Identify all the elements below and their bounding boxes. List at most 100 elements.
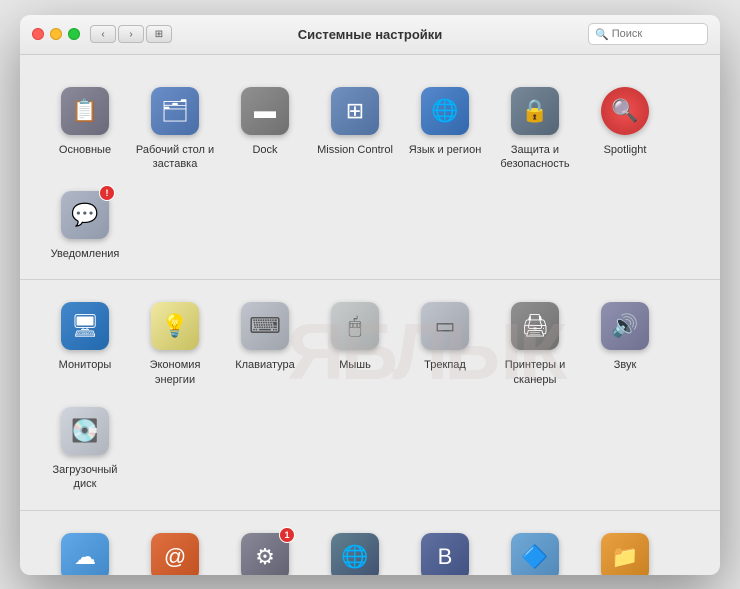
- icon-wrap-energy: 💡: [147, 298, 203, 354]
- icon-wrap-icloud: ☁: [57, 529, 113, 575]
- system-preferences-window: ‹ › ⊞ Системные настройки 🔍 ЯБЛЫК 📋Основ…: [20, 15, 720, 575]
- mission-icon: ⊞: [331, 87, 379, 135]
- icon-wrap-monitor: 🖥: [57, 298, 113, 354]
- pref-item-mission[interactable]: ⊞ Mission Control: [310, 75, 400, 180]
- icon-wrap-accounts: @: [147, 529, 203, 575]
- pref-item-printer[interactable]: 🖨 Принтеры и сканеры: [490, 290, 580, 395]
- pref-item-icloud[interactable]: ☁iCloud: [40, 521, 130, 575]
- close-button[interactable]: [32, 28, 44, 40]
- network-icon: 🌐: [331, 533, 379, 575]
- search-icon: 🔍: [595, 28, 609, 41]
- spotlight-label: Spotlight: [604, 143, 647, 157]
- icon-wrap-network: 🌐: [327, 529, 383, 575]
- icloud-icon: ☁: [61, 533, 109, 575]
- icon-wrap-mouse: 🖱: [327, 298, 383, 354]
- energy-label: Экономия энергии: [134, 358, 216, 387]
- icon-wrap-mission: ⊞: [327, 83, 383, 139]
- dock-icon: ▬: [241, 87, 289, 135]
- mouse-icon: 🖱: [331, 302, 379, 350]
- bluetooth-icon: B: [421, 533, 469, 575]
- extensions-icon: 🔷: [511, 533, 559, 575]
- pref-item-trackpad[interactable]: ▭ Трекпад: [400, 290, 490, 395]
- traffic-lights: [32, 28, 80, 40]
- icon-wrap-sharing: 📁: [597, 529, 653, 575]
- pref-item-sound[interactable]: 🔊 Звук: [580, 290, 670, 395]
- icon-wrap-extensions: 🔷: [507, 529, 563, 575]
- window-title: Системные настройки: [298, 27, 443, 42]
- updates-badge: 1: [279, 527, 295, 543]
- sharing-icon: 📁: [601, 533, 649, 575]
- icon-wrap-spotlight: 🔍: [597, 83, 653, 139]
- pref-item-extensions[interactable]: 🔷Расширения: [490, 521, 580, 575]
- search-input[interactable]: [612, 28, 702, 40]
- pref-item-sharing[interactable]: 📁Общий доступ: [580, 521, 670, 575]
- pref-item-energy[interactable]: 💡 Экономия энергии: [130, 290, 220, 395]
- pref-item-updates[interactable]: ⚙1Обновление ПО: [220, 521, 310, 575]
- pref-item-monitor[interactable]: 🖥 Мониторы: [40, 290, 130, 395]
- pref-item-network[interactable]: 🌐Сеть: [310, 521, 400, 575]
- back-button[interactable]: ‹: [90, 25, 116, 43]
- preferences-grid: 📋 Основные 🗂 Рабочий стол и заставка▬Dock ⊞ M…: [20, 55, 720, 575]
- keyboard-label: Клавиатура: [235, 358, 295, 372]
- icon-wrap-lang: 🌐: [417, 83, 473, 139]
- monitor-icon: 🖥: [61, 302, 109, 350]
- titlebar: ‹ › ⊞ Системные настройки 🔍: [20, 15, 720, 55]
- content-area: ЯБЛЫК 📋Основные🗂Рабочий стол и заставка▬…: [20, 55, 720, 575]
- icon-wrap-keyboard: ⌨: [237, 298, 293, 354]
- printer-icon: 🖨: [511, 302, 559, 350]
- monitor-label: Мониторы: [59, 358, 112, 372]
- icon-wrap-desktop: 🗂: [147, 83, 203, 139]
- search-box[interactable]: 🔍: [588, 23, 708, 45]
- pref-item-spotlight[interactable]: 🔍 Spotlight: [580, 75, 670, 180]
- notif-label: Уведомления: [51, 247, 120, 261]
- boot-icon: 💽: [61, 407, 109, 455]
- icon-wrap-dock: ▬: [237, 83, 293, 139]
- notif-badge: !: [99, 185, 115, 201]
- nav-buttons: ‹ › ⊞: [90, 25, 172, 43]
- minimize-button[interactable]: [50, 28, 62, 40]
- boot-label: Загрузочный диск: [44, 463, 126, 492]
- osnov-icon: 📋: [61, 87, 109, 135]
- grid-section-section3: ☁iCloud@Учетные записи Интернета⚙1Обновл…: [20, 511, 720, 575]
- lang-label: Язык и регион: [409, 143, 482, 157]
- desktop-label: Рабочий стол и заставка: [134, 143, 216, 172]
- pref-item-accounts[interactable]: @Учетные записи Интернета: [130, 521, 220, 575]
- pref-item-mouse[interactable]: 🖱 Мышь: [310, 290, 400, 395]
- sound-label: Звук: [614, 358, 637, 372]
- pref-item-keyboard[interactable]: ⌨ Клавиатура: [220, 290, 310, 395]
- grid-button[interactable]: ⊞: [146, 25, 172, 43]
- printer-label: Принтеры и сканеры: [494, 358, 576, 387]
- spotlight-icon: 🔍: [601, 87, 649, 135]
- grid-section-section1: 📋 Основные 🗂 Рабочий стол и заставка▬Dock ⊞ M…: [20, 65, 720, 281]
- mouse-label: Мышь: [339, 358, 371, 372]
- trackpad-icon: ▭: [421, 302, 469, 350]
- security-icon: 🔒: [511, 87, 559, 135]
- icon-wrap-notif: 💬!: [57, 187, 113, 243]
- pref-item-security[interactable]: 🔒 Защита и безопасность: [490, 75, 580, 180]
- sound-icon: 🔊: [601, 302, 649, 350]
- icon-wrap-printer: 🖨: [507, 298, 563, 354]
- forward-button[interactable]: ›: [118, 25, 144, 43]
- pref-item-boot[interactable]: 💽 Загрузочный диск: [40, 395, 130, 500]
- icon-wrap-trackpad: ▭: [417, 298, 473, 354]
- pref-item-dock[interactable]: ▬Dock: [220, 75, 310, 180]
- accounts-icon: @: [151, 533, 199, 575]
- desktop-icon: 🗂: [151, 87, 199, 135]
- osnov-label: Основные: [59, 143, 111, 157]
- icon-wrap-boot: 💽: [57, 403, 113, 459]
- lang-icon: 🌐: [421, 87, 469, 135]
- icon-wrap-sound: 🔊: [597, 298, 653, 354]
- mission-label: Mission Control: [317, 143, 393, 157]
- maximize-button[interactable]: [68, 28, 80, 40]
- pref-item-notif[interactable]: 💬! Уведомления: [40, 179, 130, 269]
- pref-item-lang[interactable]: 🌐 Язык и регион: [400, 75, 490, 180]
- pref-item-desktop[interactable]: 🗂 Рабочий стол и заставка: [130, 75, 220, 180]
- pref-item-bluetooth[interactable]: BBluetooth: [400, 521, 490, 575]
- pref-item-osnov[interactable]: 📋 Основные: [40, 75, 130, 180]
- icon-wrap-bluetooth: B: [417, 529, 473, 575]
- trackpad-label: Трекпад: [424, 358, 466, 372]
- security-label: Защита и безопасность: [494, 143, 576, 172]
- icon-wrap-osnov: 📋: [57, 83, 113, 139]
- grid-section-section2: 🖥 Мониторы 💡 Экономия энергии ⌨ Клавиатура 🖱 Мы…: [20, 280, 720, 510]
- keyboard-icon: ⌨: [241, 302, 289, 350]
